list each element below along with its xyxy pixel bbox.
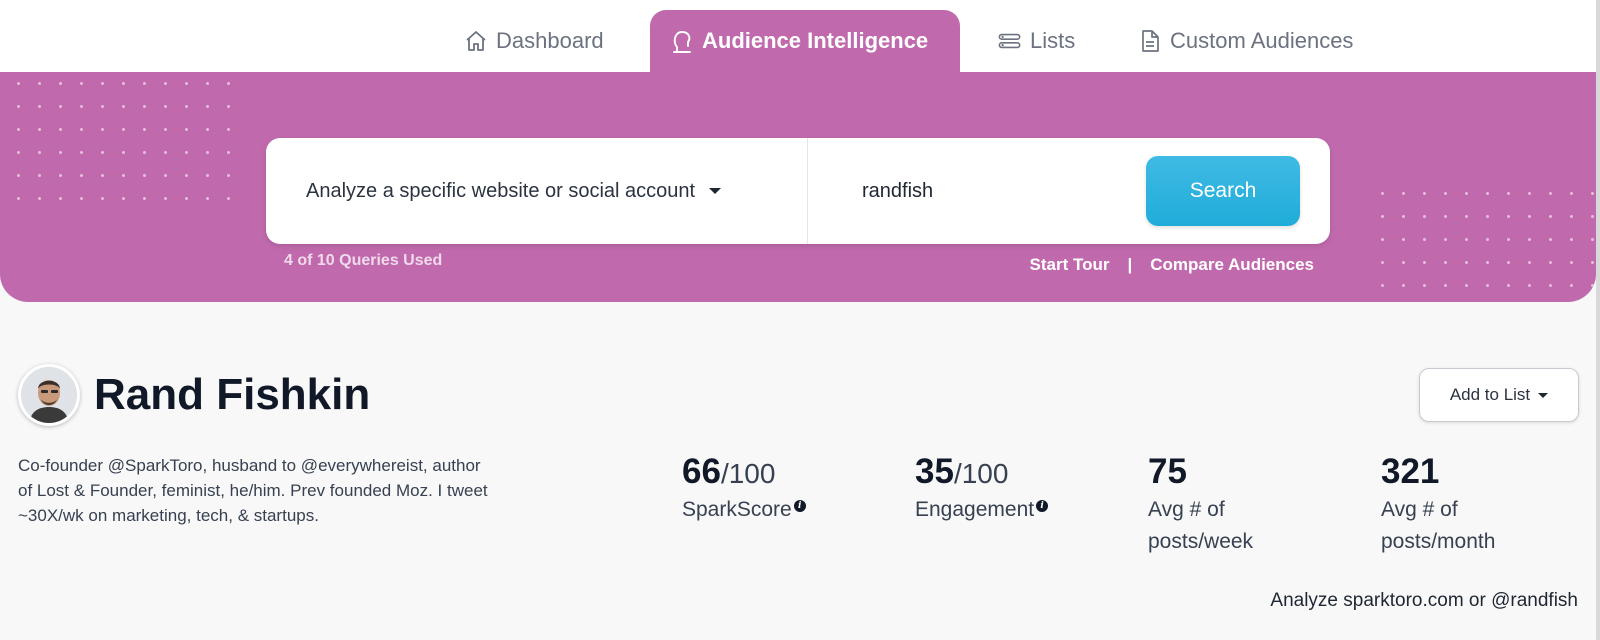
- stat-denominator: /100: [720, 458, 776, 489]
- tab-dashboard-label: Dashboard: [496, 28, 604, 53]
- decorative-dots-left: [8, 72, 238, 200]
- tab-lists-label: Lists: [1030, 28, 1076, 53]
- profile-name: Rand Fishkin: [94, 370, 371, 419]
- stat-label: Engagement: [915, 498, 1035, 521]
- tab-custom-audiences[interactable]: Custom Audiences: [1138, 10, 1353, 72]
- profile-bio: Co-founder @SparkToro, husband to @every…: [18, 456, 488, 525]
- search-hero: Analyze a specific website or social acc…: [0, 72, 1596, 302]
- stat-value: 75: [1148, 452, 1187, 491]
- queries-used-counter: 4 of 10 Queries Used: [284, 252, 443, 269]
- home-icon: [464, 29, 488, 53]
- search-card: Analyze a specific website or social acc…: [266, 138, 1330, 244]
- avatar: [18, 364, 80, 426]
- analyze-alternate-link[interactable]: Analyze sparktoro.com or @randfish: [1270, 590, 1578, 612]
- hero-links: Start Tour | Compare Audiences: [1030, 255, 1314, 275]
- stat-posts-per-month: 321 Avg # of posts/month: [1381, 452, 1541, 558]
- stat-denominator: /100: [953, 458, 1009, 489]
- top-navigation: Dashboard Audience Intelligence Lists Cu…: [0, 0, 1600, 72]
- search-input[interactable]: [862, 168, 1122, 214]
- list-icon: [998, 29, 1022, 53]
- head-profile-icon: [670, 29, 694, 53]
- stat-label: SparkScore: [682, 498, 792, 521]
- tab-audience-intelligence[interactable]: Audience Intelligence: [650, 10, 960, 72]
- scrollbar[interactable]: [1596, 0, 1600, 640]
- chevron-down-icon: [709, 188, 722, 194]
- stat-value: 66: [682, 452, 721, 491]
- search-button[interactable]: Search: [1146, 156, 1300, 226]
- link-separator: |: [1127, 255, 1133, 274]
- add-to-list-label: Add to List: [1449, 385, 1531, 404]
- stat-posts-per-week: 75 Avg # of posts/week: [1148, 452, 1298, 558]
- stat-sparkscore: 66/100 SparkScore i: [682, 452, 806, 526]
- stat-label: Avg # of posts/month: [1381, 498, 1496, 553]
- compare-audiences-link[interactable]: Compare Audiences: [1150, 255, 1314, 275]
- add-to-list-button[interactable]: Add to List: [1419, 368, 1579, 422]
- tab-custom-audiences-label: Custom Audiences: [1170, 28, 1354, 53]
- analysis-mode-label: Analyze a specific website or social acc…: [306, 179, 696, 202]
- analysis-mode-dropdown[interactable]: Analyze a specific website or social acc…: [266, 138, 808, 244]
- stat-value: 321: [1381, 452, 1440, 491]
- tab-audience-intelligence-label: Audience Intelligence: [702, 28, 929, 53]
- document-icon: [1138, 29, 1162, 53]
- start-tour-link[interactable]: Start Tour: [1030, 255, 1110, 275]
- decorative-dots-right: [1372, 182, 1596, 300]
- info-icon[interactable]: i: [793, 500, 806, 512]
- chevron-down-icon: [1538, 392, 1549, 398]
- stat-label: Avg # of posts/week: [1148, 498, 1254, 553]
- stat-value: 35: [915, 452, 954, 491]
- info-icon[interactable]: i: [1036, 500, 1049, 512]
- tab-dashboard[interactable]: Dashboard: [464, 10, 604, 72]
- stat-engagement: 35/100 Engagement i: [915, 452, 1049, 526]
- tab-lists[interactable]: Lists: [998, 10, 1075, 72]
